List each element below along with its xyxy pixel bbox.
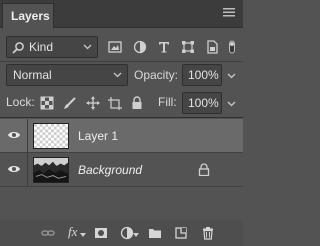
layers-list: Layer 1 Background	[0, 118, 243, 218]
lock-icon	[198, 163, 210, 176]
smart-object-filter-icon[interactable]	[205, 40, 219, 54]
divider	[0, 61, 243, 62]
eye-icon	[8, 166, 20, 172]
type-filter-icon[interactable]	[157, 40, 171, 54]
lock-row: Lock: Fill: 100%	[0, 92, 243, 114]
layer-thumbnail-transparent	[33, 123, 69, 149]
opacity-value: 100%	[188, 68, 219, 82]
layer-row-layer-1[interactable]: Layer 1	[0, 119, 243, 152]
lock-transparent-pixels-icon[interactable]	[40, 96, 54, 110]
tab-layers-label: Layers	[11, 9, 50, 23]
shape-filter-icon[interactable]	[181, 40, 195, 54]
opacity-chevron-icon[interactable]	[227, 73, 236, 79]
fill-field[interactable]: 100%	[182, 92, 222, 114]
lock-all-icon[interactable]	[130, 96, 144, 110]
add-layer-style-icon[interactable]: fx	[68, 224, 77, 240]
opacity-label: Opacity:	[134, 68, 179, 82]
add-mask-icon[interactable]	[94, 226, 108, 240]
layer-thumbnail-background	[33, 157, 69, 183]
opacity-field[interactable]: 100%	[182, 64, 222, 86]
blend-mode-label: Normal	[13, 68, 52, 82]
search-icon	[12, 42, 24, 54]
image-filter-icon[interactable]	[108, 40, 122, 54]
new-group-icon[interactable]	[148, 226, 162, 240]
lock-label: Lock:	[6, 95, 35, 109]
layer-row-background[interactable]: Background	[0, 153, 243, 186]
chevron-down-icon	[133, 233, 139, 237]
lock-image-pixels-icon[interactable]	[63, 96, 77, 110]
new-adjustment-layer-icon[interactable]	[120, 226, 134, 240]
fill-chevron-icon[interactable]	[227, 101, 236, 107]
eye-icon	[8, 132, 20, 138]
layer-name: Background	[78, 163, 143, 177]
tab-layers[interactable]: Layers	[2, 3, 54, 28]
blend-mode-dropdown[interactable]: Normal	[6, 64, 128, 86]
delete-layer-icon[interactable]	[201, 226, 215, 240]
layers-bottom-toolbar: fx	[0, 220, 243, 246]
chevron-down-icon	[83, 44, 92, 50]
filter-kind-label: Kind	[29, 40, 54, 54]
fill-value: 100%	[188, 96, 219, 110]
visibility-toggle[interactable]	[0, 119, 28, 152]
lock-position-icon[interactable]	[86, 96, 100, 110]
lock-artboard-icon[interactable]	[108, 96, 122, 110]
fill-label: Fill:	[158, 95, 177, 109]
link-layers-icon[interactable]	[41, 226, 55, 240]
filter-kind-dropdown[interactable]: Kind	[6, 36, 98, 58]
layer-filter-row: Kind	[0, 36, 243, 60]
new-layer-icon[interactable]	[174, 226, 188, 240]
filter-toggle-icon[interactable]	[228, 40, 236, 54]
chevron-down-icon	[113, 72, 122, 78]
layer-name: Layer 1	[78, 129, 119, 143]
chevron-down-icon	[80, 233, 86, 237]
divider	[0, 186, 243, 187]
hamburger-menu-icon[interactable]	[221, 5, 237, 19]
blend-row: Normal Opacity: 100%	[0, 64, 243, 88]
visibility-toggle[interactable]	[0, 153, 28, 186]
adjustment-filter-icon[interactable]	[133, 40, 147, 54]
panel-tab-bar: Layers	[0, 0, 243, 28]
